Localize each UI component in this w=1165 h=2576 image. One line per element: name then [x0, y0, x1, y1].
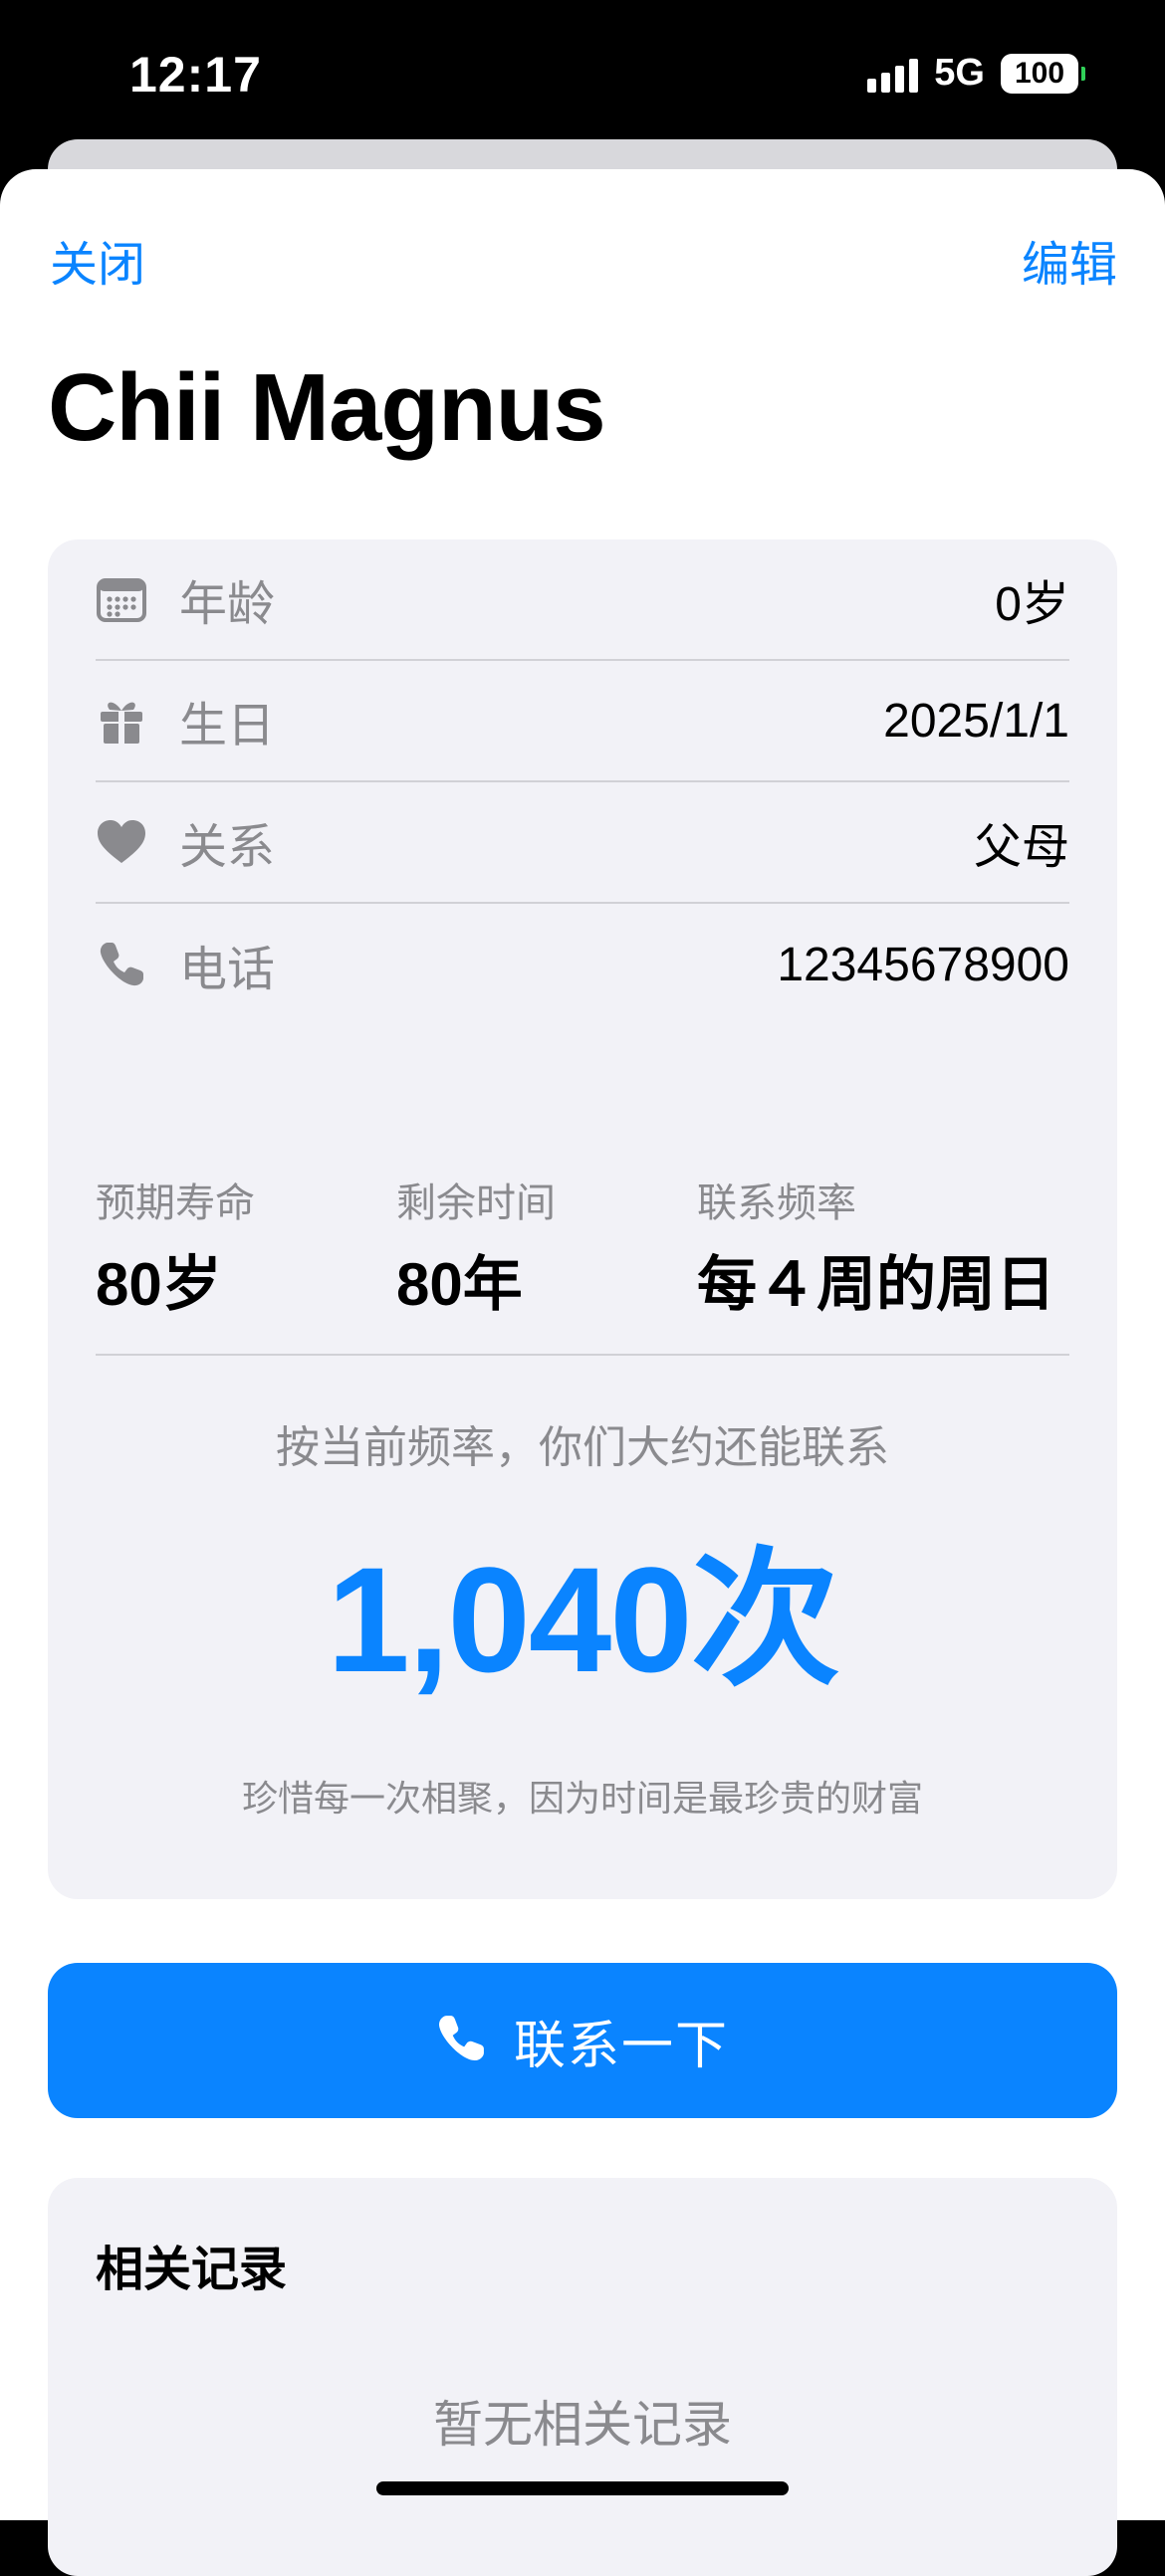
- stat-contact-frequency: 联系频率 每４周的周日: [697, 1171, 1055, 1323]
- stat-remaining-time: 剩余时间 80年: [396, 1171, 556, 1323]
- stat-label: 联系频率: [697, 1181, 856, 1225]
- stat-value: 80年: [396, 1251, 523, 1318]
- edit-button[interactable]: 编辑: [1022, 225, 1117, 295]
- info-label: 关系: [179, 821, 276, 874]
- status-indicators: 5G 100: [867, 52, 1085, 95]
- info-label: 电话: [179, 944, 276, 996]
- battery-icon: 100: [1001, 53, 1085, 94]
- records-card: 相关记录 暂无相关记录: [48, 2178, 1117, 2576]
- remaining-contacts-count: 1,040次: [327, 1536, 839, 1703]
- status-bar: 12:17 5G 100: [0, 0, 1165, 139]
- info-row-relationship: 关系 父母: [96, 782, 1069, 904]
- gift-icon: [96, 695, 147, 747]
- info-label: 年龄: [179, 578, 276, 631]
- info-value[interactable]: 12345678900: [777, 938, 1069, 992]
- info-value: 父母: [973, 821, 1069, 874]
- battery-level: 100: [1001, 53, 1078, 94]
- quote-text: 珍惜每一次相聚，因为时间是最珍贵的财富: [241, 1778, 923, 1819]
- status-time: 12:17: [129, 47, 262, 103]
- stat-label: 预期寿命: [96, 1181, 255, 1225]
- stat-expected-life: 预期寿命 80岁: [96, 1171, 255, 1323]
- phone-icon: [96, 939, 147, 990]
- calendar-icon: [96, 573, 147, 625]
- heart-icon: [96, 816, 147, 868]
- info-label: 生日: [179, 700, 276, 752]
- contact-now-button[interactable]: 联系一下: [48, 1963, 1117, 2118]
- close-button[interactable]: 关闭: [50, 225, 145, 295]
- stats-card: 预期寿命 80岁 剩余时间 80年 联系频率 每４周的周日 按当前频率，你们大约…: [48, 1121, 1117, 1899]
- records-title: 相关记录: [96, 2244, 288, 2296]
- divider: [96, 1354, 1069, 1356]
- network-type: 5G: [934, 52, 985, 94]
- info-row-phone: 电话 12345678900: [96, 904, 1069, 1025]
- info-value: 2025/1/1: [883, 694, 1069, 748]
- records-empty-text: 暂无相关记录: [433, 2397, 732, 2453]
- home-indicator[interactable]: [376, 2481, 789, 2495]
- contact-detail-sheet: 关闭 编辑 Chii Magnus 年龄 0岁 生日 2025/1/1 关系 父…: [0, 169, 1165, 2576]
- stats-row: 预期寿命 80岁 剩余时间 80年 联系频率 每４周的周日: [96, 1171, 1069, 1318]
- contact-now-label: 联系一下: [513, 2017, 729, 2075]
- remaining-contacts-caption: 按当前频率，你们大约还能联系: [276, 1423, 889, 1472]
- signal-icon: [867, 55, 919, 93]
- info-row-birthday: 生日 2025/1/1: [96, 661, 1069, 782]
- stat-label: 剩余时间: [396, 1181, 556, 1225]
- stat-value: 每４周的周日: [697, 1251, 1055, 1318]
- info-row-age: 年龄 0岁: [96, 539, 1069, 661]
- phone-icon: [436, 2014, 486, 2068]
- info-value: 0岁: [995, 578, 1069, 631]
- contact-name: Chii Magnus: [48, 354, 606, 461]
- stat-value: 80岁: [96, 1251, 222, 1318]
